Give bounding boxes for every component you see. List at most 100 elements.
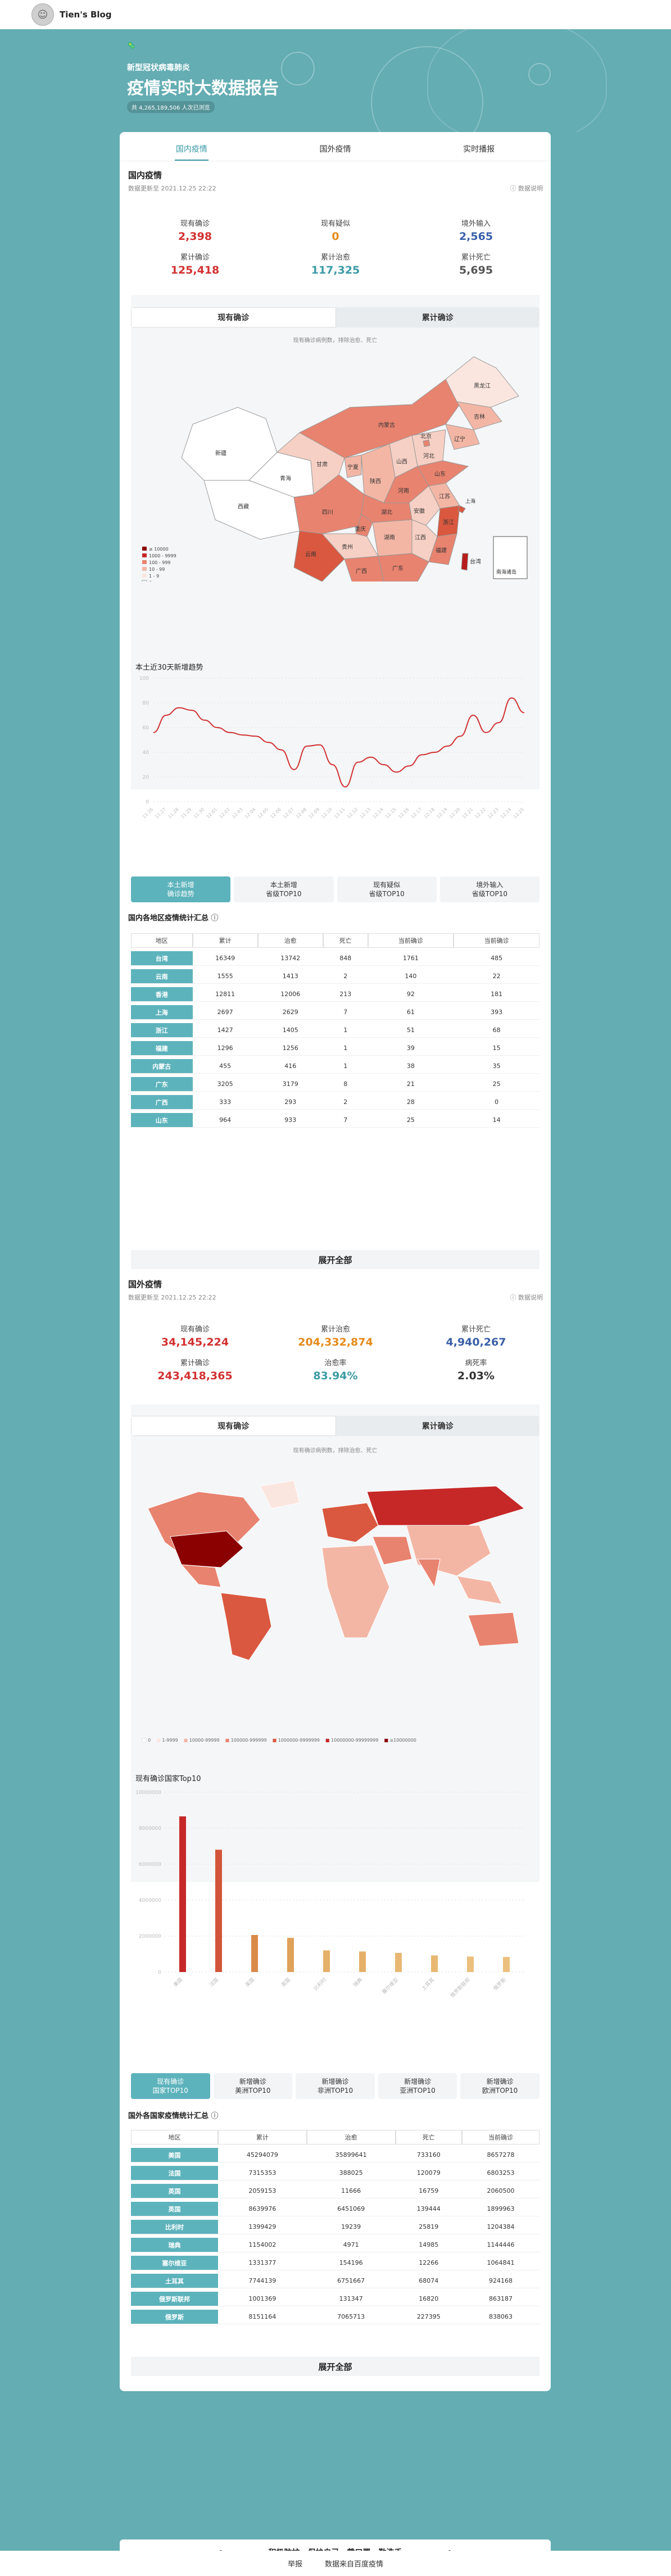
region-cell[interactable]: 福建 — [131, 1041, 193, 1056]
data-source-link[interactable]: 数据来自百度疫情 — [325, 2558, 383, 2569]
domestic-expand-button[interactable]: 展开全部 — [131, 1250, 539, 1269]
tab-foreign[interactable]: 国外疫情 — [264, 137, 407, 161]
foreign-expand-button[interactable]: 展开全部 — [131, 2357, 539, 2376]
switch-current[interactable]: 现有确诊 — [131, 1416, 336, 1436]
info-icon[interactable]: ⓘ — [211, 2112, 219, 2120]
region-cell[interactable]: 英国 — [131, 2184, 218, 2198]
top10-bar-chart[interactable]: 0 2000000 4000000 6000000 8000000 10000000 美国 法… — [131, 1787, 539, 2006]
stat-label: 现有确诊 — [180, 220, 210, 228]
btn-imported-top10[interactable]: 境外输入 省级TOP10 — [439, 876, 539, 902]
switch-total[interactable]: 累计确诊 — [336, 307, 540, 328]
report-link[interactable]: 举报 — [288, 2558, 302, 2569]
stat-label: 累计死亡 — [461, 1325, 491, 1334]
col-header[interactable]: 地区 — [131, 2130, 218, 2145]
value-cell: 8 — [323, 1077, 368, 1092]
region-cell[interactable]: 俄罗斯联邦 — [131, 2292, 218, 2306]
region-cell[interactable]: 英国 — [131, 2202, 218, 2216]
bar — [179, 1816, 186, 1972]
btn-europe-top10[interactable]: 新增确诊 欧洲TOP10 — [460, 2073, 539, 2099]
col-header[interactable]: 累计 — [192, 933, 258, 948]
map-note: 现有确诊病例数，排除治愈、死亡 — [293, 338, 378, 344]
blog-name[interactable]: Tien's Blog — [60, 10, 112, 20]
value-cell: 45294079 — [217, 2148, 307, 2162]
switch-total[interactable]: 累计确诊 — [336, 1416, 540, 1436]
col-header[interactable]: 当前确诊 — [454, 933, 539, 948]
col-header[interactable]: 当前确诊 — [368, 933, 454, 948]
legend-label: 100 - 999 — [149, 560, 171, 565]
map-label: 湖南 — [384, 534, 395, 541]
value-cell: 1 — [323, 1059, 368, 1074]
map-legend: ≥ 10000 1000 - 9999 100 - 999 10 - 99 1 … — [142, 547, 176, 581]
region-cell[interactable]: 比利时 — [131, 2220, 218, 2234]
region-cell[interactable]: 广东 — [131, 1077, 193, 1092]
domestic-map-switch: 现有确诊 累计确诊 — [131, 307, 539, 328]
foreign-table: 地区 累计 治愈 死亡 当前确诊 美国 45294079 35899641 73316… — [131, 2127, 539, 2328]
map-label: 吉林 — [474, 413, 485, 420]
foreign-explain-link[interactable]: ⓘ 数据说明 — [510, 1293, 543, 1302]
col-header[interactable]: 死亡 — [395, 2130, 462, 2145]
region-cell[interactable]: 法国 — [131, 2166, 218, 2180]
x-tick-label: 12.05 — [257, 807, 270, 820]
switch-current[interactable]: 现有确诊 — [131, 307, 336, 328]
value-cell: 1296 — [192, 1041, 258, 1056]
x-tick-label: 11.28 — [167, 807, 180, 820]
btn-asia-top10[interactable]: 新增确诊 亚洲TOP10 — [378, 2073, 457, 2099]
y-tick-label: 60 — [143, 725, 149, 731]
x-tick-label: 12.17 — [410, 807, 423, 820]
col-header[interactable]: 累计 — [217, 2130, 307, 2145]
footer: 举报 数据来自百度疫情 — [0, 2551, 671, 2576]
value-cell: 35899641 — [306, 2148, 396, 2162]
stat-foreign-current: 现有确诊 34,145,224 — [150, 1323, 240, 1348]
col-header[interactable]: 治愈 — [257, 933, 323, 948]
btn-suspected-top10[interactable]: 现有疑似 省级TOP10 — [337, 876, 437, 902]
value-cell: 25 — [368, 1113, 454, 1128]
table-row: 英国 2059153 11666 16759 2060500 — [131, 2184, 539, 2198]
legend-label: 1000 - 9999 — [149, 553, 176, 558]
stat-foreign-total: 累计确诊 243,418,365 — [150, 1357, 240, 1382]
region-cell[interactable]: 美国 — [131, 2148, 218, 2162]
stat-label: 累计死亡 — [461, 253, 491, 262]
col-header[interactable]: 死亡 — [323, 933, 368, 948]
region-cell[interactable]: 塞尔维亚 — [131, 2256, 218, 2270]
world-map[interactable] — [131, 1475, 539, 1666]
region-cell[interactable]: 上海 — [131, 1005, 193, 1020]
x-tick-label: 11.29 — [180, 807, 193, 820]
foreign-map-switch: 现有确诊 累计确诊 — [131, 1416, 539, 1436]
region-cell[interactable]: 云南 — [131, 969, 193, 984]
region-cell[interactable]: 广西 — [131, 1095, 193, 1110]
btn-africa-top10[interactable]: 新增确诊 非洲TOP10 — [296, 2073, 375, 2099]
tab-live[interactable]: 实时播报 — [407, 137, 551, 161]
col-header[interactable]: 治愈 — [306, 2130, 396, 2145]
domestic-explain-link[interactable]: ⓘ 数据说明 — [510, 184, 543, 193]
map-label: 新疆 — [215, 449, 226, 457]
stat-label: 境外输入 — [461, 220, 491, 228]
region-cell[interactable]: 俄罗斯 — [131, 2310, 218, 2324]
table-row: 俄罗斯联邦 1001369 131347 16820 863187 — [131, 2292, 539, 2306]
legend-item: ■ ≥10000000 — [384, 1738, 416, 1743]
map-greenland — [260, 1480, 300, 1509]
region-cell[interactable]: 浙江 — [131, 1023, 193, 1038]
btn-local-trend[interactable]: 本土新增 确诊趋势 — [131, 876, 231, 902]
info-icon[interactable]: ⓘ — [211, 914, 219, 923]
value-cell: 6451069 — [306, 2202, 396, 2216]
x-tick-label: 英国 — [280, 1977, 292, 1988]
x-tick-label: 12.03 — [231, 807, 244, 820]
table-row: 云南 1555 1413 2 140 22 — [131, 969, 539, 984]
btn-country-top10[interactable]: 现有确诊 国家TOP10 — [131, 2073, 210, 2099]
region-cell[interactable]: 内蒙古 — [131, 1059, 193, 1074]
trend-line-chart[interactable]: 02040608010011.26 11.27 11.28 11.29 11.30 12.… — [131, 673, 539, 841]
region-cell[interactable]: 山东 — [131, 1113, 193, 1128]
map-label: 辽宁 — [454, 435, 465, 443]
avatar[interactable]: ☺ — [31, 3, 54, 26]
region-cell[interactable]: 土耳其 — [131, 2274, 218, 2288]
value-cell: 7 — [323, 1005, 368, 1020]
btn-america-top10[interactable]: 新增确诊 美洲TOP10 — [213, 2073, 293, 2099]
col-header[interactable]: 地区 — [131, 933, 193, 948]
tab-domestic[interactable]: 国内疫情 — [120, 137, 264, 161]
btn-local-top10[interactable]: 本土新增 省级TOP10 — [234, 876, 334, 902]
col-header[interactable]: 当前确诊 — [461, 2130, 539, 2145]
china-map[interactable]: 新疆 西藏 青海 甘肃 四川 云南 内蒙古 黑龙江 吉林 辽宁 北京 河北 山西… — [131, 346, 539, 581]
region-cell[interactable]: 台湾 — [131, 951, 193, 966]
region-cell[interactable]: 香港 — [131, 987, 193, 1002]
region-cell[interactable]: 瑞典 — [131, 2238, 218, 2252]
